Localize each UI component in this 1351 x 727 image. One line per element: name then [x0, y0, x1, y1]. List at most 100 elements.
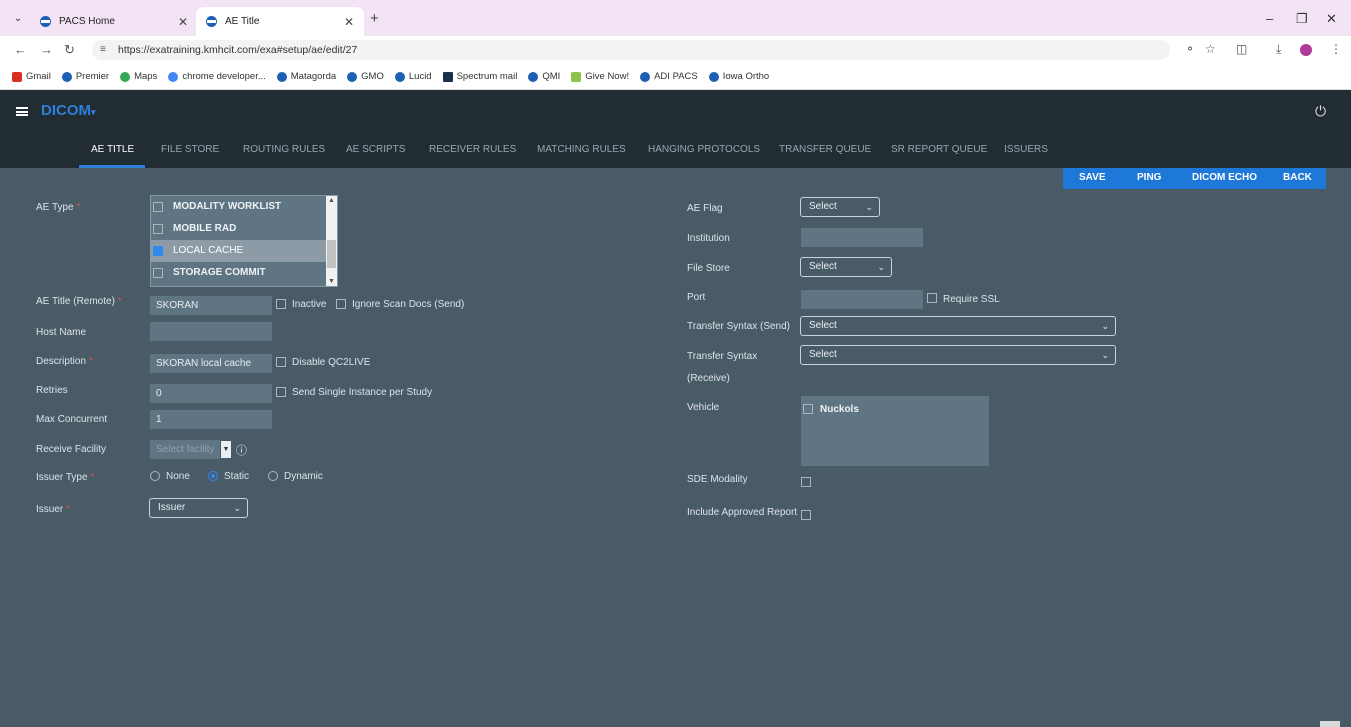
bookmark-qmi[interactable]: QMI	[528, 71, 560, 82]
bookmark-premier[interactable]: Premier	[61, 71, 109, 82]
close-icon[interactable]: ✕	[344, 15, 354, 29]
download-icon[interactable]: ⤓	[1276, 42, 1281, 57]
tab-issuers[interactable]: ISSUERS	[1004, 134, 1048, 168]
window-close-icon[interactable]: ✕	[1326, 11, 1337, 27]
inactive-checkbox[interactable]	[276, 299, 286, 309]
browser-tab-ae-title[interactable]: AE Title ✕	[196, 7, 364, 36]
tab-ae-title[interactable]: AE TITLE	[79, 134, 146, 168]
ae-type-listbox[interactable]: MODALITY WORKLIST MOBILE RAD LOCAL CACHE…	[150, 195, 338, 287]
transfer-syntax-send-select[interactable]: Select ⌄	[800, 316, 1116, 336]
bookmark-maps[interactable]: Maps	[120, 71, 157, 82]
transfer-syntax-receive-label-line2: (Receive)	[687, 373, 730, 384]
ae-type-scrollbar[interactable]: ▲ ▼	[326, 196, 337, 286]
restore-icon[interactable]: ❐	[1296, 11, 1308, 27]
bookmark-star-icon[interactable]: ☆	[1205, 42, 1216, 56]
ae-type-option-storage-commit[interactable]: STORAGE COMMIT	[151, 262, 326, 284]
checkbox-checked[interactable]	[153, 246, 163, 256]
close-icon[interactable]: ✕	[178, 15, 188, 29]
tab-search-icon[interactable]: ⌄	[10, 11, 26, 27]
scroll-thumb[interactable]	[327, 240, 336, 268]
bookmark-iowa-ortho[interactable]: Iowa Ortho	[708, 71, 769, 82]
tab-sr-report-queue[interactable]: SR REPORT QUEUE	[891, 134, 987, 168]
chevron-down-icon: ⌄	[1101, 350, 1109, 360]
save-button[interactable]: SAVE	[1079, 172, 1106, 183]
ae-type-option-local-cache[interactable]: LOCAL CACHE	[151, 240, 326, 262]
issuer-type-none-radio[interactable]	[150, 471, 160, 481]
issuer-type-static-radio[interactable]	[208, 471, 218, 481]
checkbox[interactable]	[153, 224, 163, 234]
tab-routing-rules[interactable]: ROUTING RULES	[243, 134, 325, 168]
ae-title-input[interactable]: SKORAN	[150, 296, 272, 315]
app-header: DICOM▾ ⏻	[0, 90, 1351, 134]
sde-modality-checkbox[interactable]	[801, 477, 811, 487]
menu-kebab-icon[interactable]: ⋮	[1330, 42, 1342, 56]
receive-facility-select[interactable]: Select facility	[150, 440, 220, 459]
retries-input[interactable]: 0	[150, 384, 272, 403]
globe-icon	[394, 71, 405, 82]
bookmark-chrome-developer[interactable]: chrome developer...	[168, 71, 266, 82]
vehicle-nuckols-checkbox[interactable]	[803, 404, 813, 414]
tab-transfer-queue[interactable]: TRANSFER QUEUE	[779, 134, 871, 168]
browser-tab-pacs-home[interactable]: PACS Home ✕	[30, 7, 198, 36]
tab-receiver-rules[interactable]: RECEIVER RULES	[429, 134, 516, 168]
checkbox[interactable]	[153, 202, 163, 212]
url-input[interactable]: ≡ https://exatraining.kmhcit.com/exa#set…	[92, 40, 1170, 60]
scroll-up-arrow-icon[interactable]: ▲	[326, 197, 337, 204]
max-concurrent-input[interactable]: 1	[150, 410, 272, 429]
password-key-icon[interactable]: ⚬	[1185, 42, 1195, 56]
ae-type-label: AE Type *	[36, 202, 81, 213]
hamburger-menu-icon[interactable]	[16, 107, 28, 116]
tab-hanging-protocols[interactable]: HANGING PROTOCOLS	[648, 134, 760, 168]
institution-input[interactable]	[801, 228, 923, 247]
bookmark-spectrum-mail[interactable]: Spectrum mail	[442, 71, 517, 82]
host-name-input[interactable]	[150, 322, 272, 341]
scroll-down-arrow-icon[interactable]: ▼	[326, 278, 337, 285]
include-approved-report-label: Include Approved Report	[687, 507, 798, 518]
ae-flag-select[interactable]: Select ⌄	[800, 197, 880, 217]
ignore-scan-docs-checkbox[interactable]	[336, 299, 346, 309]
chevron-down-icon: ⌄	[233, 503, 241, 513]
dicom-echo-button[interactable]: DICOM ECHO	[1192, 172, 1257, 183]
info-icon[interactable]: ⓘ	[236, 442, 247, 458]
back-arrow-icon[interactable]: ←	[14, 42, 27, 57]
bookmarks-bar: Gmail Premier Maps chrome developer... M…	[0, 64, 1351, 90]
ae-type-option-mobile-rad[interactable]: MOBILE RAD	[151, 218, 326, 240]
vehicle-listbox[interactable]: Nuckols	[801, 396, 989, 466]
minimize-icon[interactable]: –	[1266, 11, 1273, 26]
bookmark-lucid[interactable]: Lucid	[394, 71, 432, 82]
bookmark-matagorda[interactable]: Matagorda	[276, 71, 336, 82]
ae-type-option-modality-worklist[interactable]: MODALITY WORKLIST	[151, 196, 326, 218]
forward-arrow-icon[interactable]: →	[40, 42, 53, 57]
port-input[interactable]	[801, 290, 923, 309]
profile-avatar-icon[interactable]	[1300, 44, 1312, 56]
power-logout-icon[interactable]: ⏻	[1315, 103, 1326, 120]
issuer-type-dynamic-radio[interactable]	[268, 471, 278, 481]
bookmark-gmo[interactable]: GMO	[347, 71, 384, 82]
require-ssl-checkbox[interactable]	[927, 293, 937, 303]
app-title-dropdown[interactable]: DICOM▾	[41, 102, 96, 119]
ping-button[interactable]: PING	[1137, 172, 1161, 183]
file-store-select[interactable]: Select ⌄	[800, 257, 892, 277]
facility-dropdown-arrow-icon[interactable]: ▼	[221, 441, 231, 458]
bookmark-adi-pacs[interactable]: ADI PACS	[640, 71, 698, 82]
site-settings-icon[interactable]: ≡	[100, 40, 106, 60]
description-input[interactable]: SKORAN local cache	[150, 354, 272, 373]
send-single-instance-checkbox[interactable]	[276, 387, 286, 397]
checkbox[interactable]	[153, 268, 163, 278]
scroll-to-top-icon[interactable]	[1320, 721, 1340, 727]
extensions-icon[interactable]: ◫	[1236, 42, 1247, 56]
include-approved-report-checkbox[interactable]	[801, 510, 811, 520]
transfer-syntax-receive-select[interactable]: Select ⌄	[800, 345, 1116, 365]
description-label: Description *	[36, 356, 93, 367]
back-button[interactable]: BACK	[1283, 172, 1312, 183]
chevron-down-icon: ⌄	[877, 262, 885, 272]
bookmark-give-now[interactable]: Give Now!	[571, 71, 629, 82]
bookmark-gmail[interactable]: Gmail	[12, 71, 51, 82]
issuer-select[interactable]: Issuer ⌄	[149, 498, 248, 518]
tab-file-store[interactable]: FILE STORE	[161, 134, 219, 168]
disable-qc2live-checkbox[interactable]	[276, 357, 286, 367]
reload-icon[interactable]: ↻	[64, 42, 75, 58]
new-tab-plus-icon[interactable]: +	[370, 10, 379, 27]
tab-ae-scripts[interactable]: AE SCRIPTS	[346, 134, 405, 168]
tab-matching-rules[interactable]: MATCHING RULES	[537, 134, 626, 168]
